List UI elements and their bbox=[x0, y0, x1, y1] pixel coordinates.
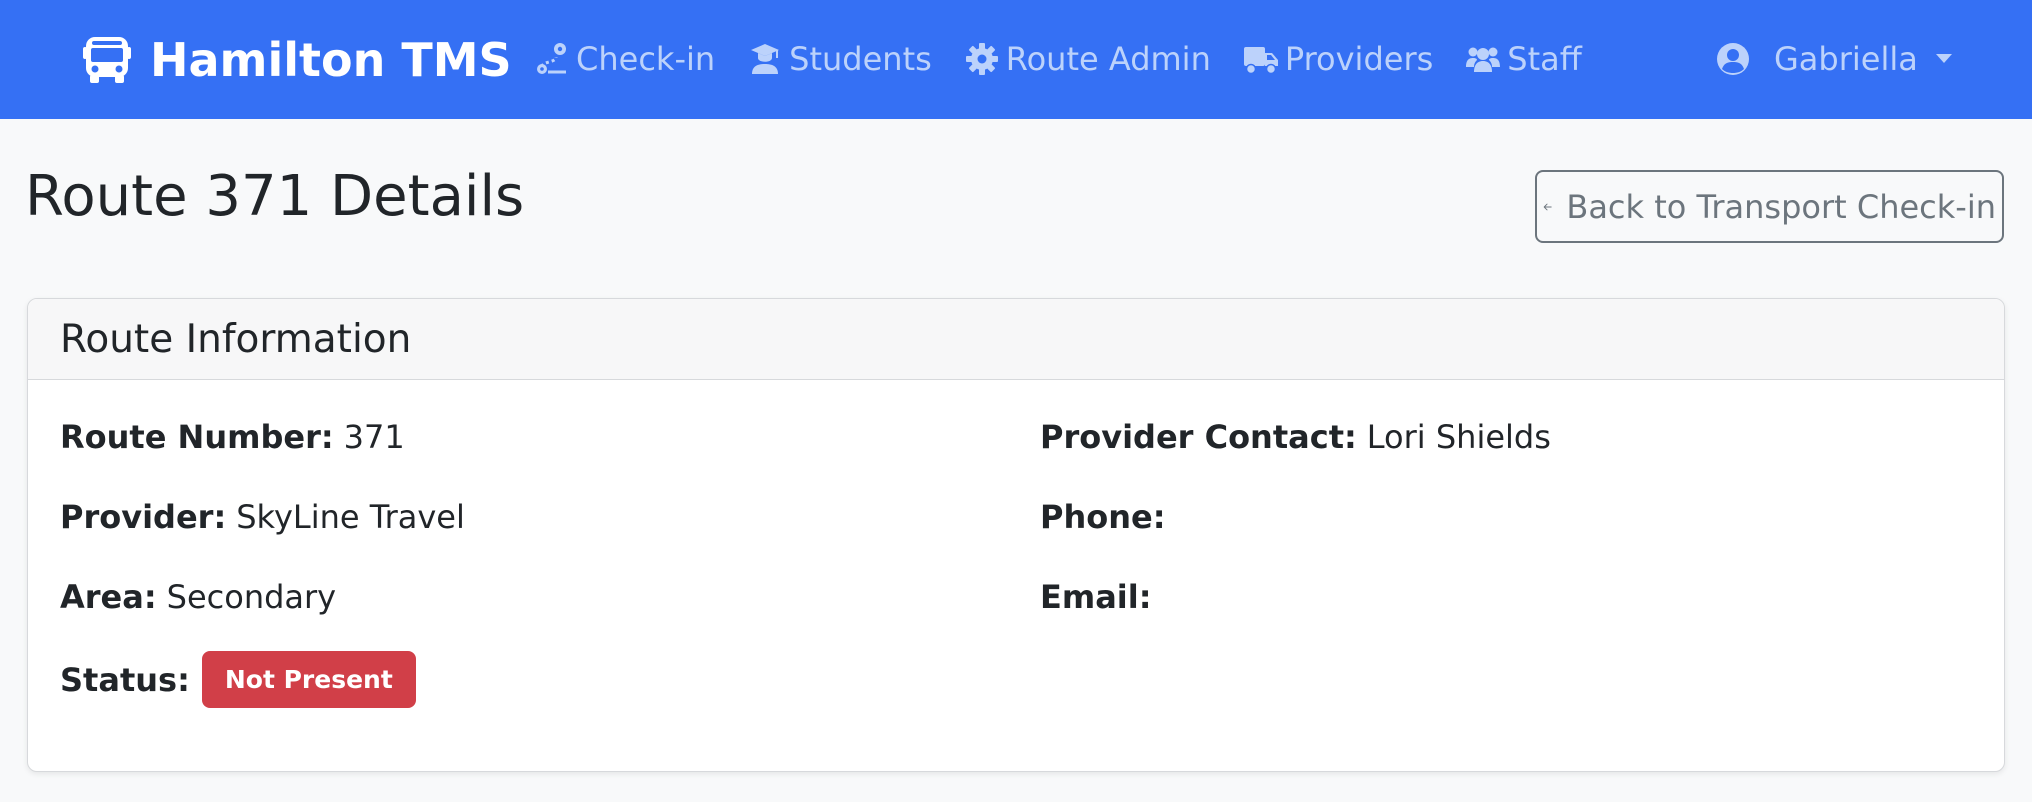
area-field: Area: Secondary bbox=[60, 578, 336, 616]
provider-contact-field: Provider Contact: Lori Shields bbox=[1040, 418, 1551, 456]
area-label: Area: bbox=[60, 578, 157, 616]
email-field: Email: bbox=[1040, 578, 1162, 616]
nav-item-route-admin[interactable]: Route Admin bbox=[964, 40, 1211, 78]
status-badge: Not Present bbox=[201, 651, 416, 708]
arrow-left-icon bbox=[1543, 203, 1552, 210]
user-circle-icon bbox=[1717, 43, 1749, 75]
gear-icon bbox=[965, 43, 998, 75]
email-label: Email: bbox=[1040, 578, 1152, 616]
card-body: Route Number: 371 Provider: SkyLine Trav… bbox=[28, 380, 2004, 771]
nav-item-label: Providers bbox=[1284, 40, 1434, 78]
provider-value: SkyLine Travel bbox=[236, 498, 465, 536]
route-information-card: Route Information Route Number: 371 Prov… bbox=[27, 298, 2005, 772]
route-number-label: Route Number: bbox=[60, 418, 334, 456]
users-icon bbox=[1466, 47, 1501, 72]
bus-icon bbox=[83, 37, 131, 83]
provider-field: Provider: SkyLine Travel bbox=[60, 498, 465, 536]
user-name: Gabriella bbox=[1774, 40, 1918, 78]
card-header: Route Information bbox=[28, 299, 2004, 380]
provider-contact-label: Provider Contact: bbox=[1040, 418, 1357, 456]
page: Hamilton TMS Check-in Students Route Adm… bbox=[0, 0, 2032, 802]
top-navbar: Hamilton TMS Check-in Students Route Adm… bbox=[0, 0, 2032, 119]
brand-link[interactable]: Hamilton TMS bbox=[82, 28, 512, 92]
card-title: Route Information bbox=[60, 316, 412, 362]
nav-item-check-in[interactable]: Check-in bbox=[534, 40, 715, 78]
brand-title: Hamilton TMS bbox=[150, 33, 512, 87]
nav-item-staff[interactable]: Staff bbox=[1465, 40, 1582, 78]
phone-field: Phone: bbox=[1040, 498, 1176, 536]
user-menu-dropdown[interactable]: Gabriella bbox=[1716, 34, 1952, 84]
phone-label: Phone: bbox=[1040, 498, 1166, 536]
nav-item-label: Check-in bbox=[576, 40, 716, 78]
provider-contact-value: Lori Shields bbox=[1366, 418, 1551, 456]
nav-item-providers[interactable]: Providers bbox=[1243, 40, 1433, 78]
route-number-value: 371 bbox=[343, 418, 405, 456]
chevron-down-icon bbox=[1935, 54, 1952, 63]
route-number-field: Route Number: 371 bbox=[60, 418, 405, 456]
nav-item-students[interactable]: Students bbox=[747, 40, 932, 78]
nav-items: Check-in Students Route Admin Providers … bbox=[534, 34, 1614, 84]
route-icon bbox=[537, 43, 566, 74]
back-to-check-in-button[interactable]: Back to Transport Check-in bbox=[1535, 170, 2004, 243]
truck-icon bbox=[1243, 47, 1278, 75]
back-button-label: Back to Transport Check-in bbox=[1566, 187, 1996, 226]
nav-item-label: Students bbox=[789, 40, 932, 78]
graduate-icon bbox=[751, 44, 780, 74]
page-title: Route 371 Details bbox=[25, 164, 525, 229]
status-label: Status: bbox=[60, 660, 190, 699]
status-field: Status: Not Present bbox=[60, 651, 416, 708]
provider-label: Provider: bbox=[60, 498, 227, 536]
nav-item-label: Staff bbox=[1507, 40, 1582, 78]
nav-item-label: Route Admin bbox=[1005, 40, 1211, 78]
area-value: Secondary bbox=[166, 578, 337, 616]
